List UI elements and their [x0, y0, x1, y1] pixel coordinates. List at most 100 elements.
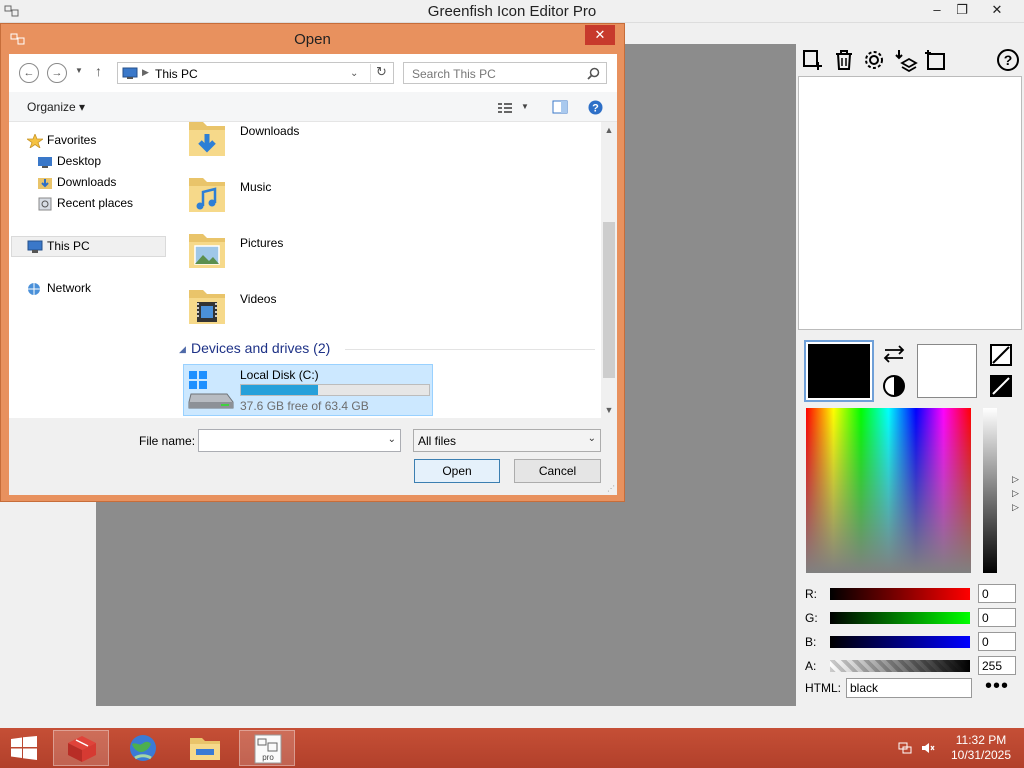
view-options-icon[interactable]	[497, 101, 513, 114]
devices-group-header[interactable]: Devices and drives (2)	[191, 340, 330, 356]
file-name-dropdown-icon[interactable]: ⌄	[388, 434, 396, 445]
blue-value-input[interactable]: 0	[978, 632, 1016, 651]
nav-desktop[interactable]: Desktop	[37, 151, 101, 171]
luminance-bar[interactable]	[983, 408, 997, 573]
breadcrumb-chevron-icon: ▶	[142, 67, 149, 77]
cancel-button[interactable]: Cancel	[514, 459, 601, 483]
gear-icon[interactable]	[862, 48, 886, 72]
group-collapse-icon[interactable]: ◢	[179, 344, 186, 355]
address-row: ← → ▼ ↑ ▶ This PC ⌄ ↻ Search This PC	[9, 54, 617, 92]
folder-pictures-label: Pictures	[240, 236, 284, 250]
nav-network[interactable]: Network	[27, 278, 91, 298]
dialog-body: ← → ▼ ↑ ▶ This PC ⌄ ↻ Search This PC Org…	[9, 54, 617, 495]
alpha-slider[interactable]	[830, 660, 970, 672]
scrollbar-thumb[interactable]	[603, 222, 615, 378]
taskbar-app-browser[interactable]	[115, 730, 171, 766]
scroll-down-arrow-icon[interactable]: ▼	[601, 405, 617, 415]
nav-this-pc-label: This PC	[47, 239, 90, 253]
taskbar-app-greenfish-red[interactable]	[53, 730, 109, 766]
luminance-markers: ▷ ▷ ▷	[1012, 474, 1019, 512]
close-app-button[interactable]: ✕	[978, 0, 1016, 22]
folder-music[interactable]: Music	[187, 170, 487, 220]
contrast-icon[interactable]	[882, 374, 906, 398]
alpha-slider-row: A: 255	[805, 656, 1020, 676]
preview-pane-icon[interactable]	[552, 100, 568, 114]
color-spectrum[interactable]	[806, 408, 971, 573]
html-color-input[interactable]: black	[846, 678, 972, 698]
file-type-dropdown-icon: ⌄	[587, 433, 596, 444]
open-dialog: Open ✕ ← → ▼ ↑ ▶ This PC ⌄ ↻ Search This…	[0, 23, 625, 502]
back-button[interactable]: ←	[19, 63, 39, 83]
new-layer-icon[interactable]	[801, 48, 825, 72]
file-list-scrollbar[interactable]: ▲ ▼	[601, 122, 617, 418]
svg-text:pro: pro	[262, 753, 274, 762]
refresh-icon[interactable]: ↻	[370, 64, 392, 82]
view-dropdown-icon[interactable]: ▼	[521, 102, 529, 111]
invert-color-icon[interactable]	[990, 375, 1012, 397]
swap-colors-icon[interactable]	[882, 344, 906, 364]
help-icon[interactable]: ?	[996, 48, 1020, 72]
nav-favorites[interactable]: Favorites	[25, 130, 97, 150]
resize-canvas-icon[interactable]	[924, 48, 948, 72]
transparent-color-icon[interactable]	[990, 344, 1012, 366]
app-titlebar: Greenfish Icon Editor Pro – ❐ ✕	[0, 0, 1024, 23]
dialog-close-button[interactable]: ✕	[585, 25, 615, 45]
nav-downloads[interactable]: Downloads	[37, 172, 116, 192]
search-icon[interactable]	[587, 67, 600, 80]
red-slider-row: R: 0	[805, 584, 1020, 604]
computer-icon	[122, 67, 138, 79]
nav-this-pc[interactable]: This PC	[27, 236, 90, 256]
nav-recent-places[interactable]: Recent places	[37, 193, 133, 213]
green-value-input[interactable]: 0	[978, 608, 1016, 627]
address-bar[interactable]: ▶ This PC ⌄ ↻	[117, 62, 394, 84]
primary-color-swatch[interactable]	[804, 340, 874, 402]
resize-grip-icon[interactable]: ⋰	[607, 484, 615, 493]
taskbar-app-file-explorer[interactable]	[177, 730, 233, 766]
secondary-color-swatch[interactable]	[917, 344, 977, 398]
restore-button[interactable]: ❐	[945, 0, 979, 22]
drive-usage-bar	[240, 384, 430, 396]
drive-local-disk[interactable]: Local Disk (C:) 37.6 GB free of 63.4 GB	[183, 364, 433, 416]
recent-locations-chevron-icon[interactable]: ▼	[75, 66, 83, 75]
folder-videos[interactable]: Videos	[187, 282, 487, 332]
search-box[interactable]: Search This PC	[403, 62, 607, 84]
alpha-value-input[interactable]: 255	[978, 656, 1016, 675]
scroll-up-arrow-icon[interactable]: ▲	[601, 125, 617, 135]
taskbar-clock[interactable]: 11:32 PM 10/31/2025	[946, 733, 1016, 763]
nav-favorites-label: Favorites	[47, 133, 97, 147]
trash-icon[interactable]	[832, 48, 856, 72]
windows-start-icon[interactable]	[10, 736, 38, 760]
dialog-titlebar: Open ✕	[1, 24, 624, 54]
up-arrow-icon[interactable]: ↑	[95, 63, 102, 79]
downloads-folder-icon	[189, 122, 225, 156]
blue-slider[interactable]	[830, 636, 970, 648]
folder-downloads[interactable]: Downloads	[187, 122, 487, 164]
volume-muted-icon[interactable]	[921, 741, 935, 755]
music-folder-icon	[189, 178, 225, 212]
forward-button[interactable]: →	[47, 63, 67, 83]
green-slider[interactable]	[830, 612, 970, 624]
nav-desktop-label: Desktop	[57, 154, 102, 168]
red-value-input[interactable]: 0	[978, 584, 1016, 603]
network-tray-icon[interactable]	[898, 741, 912, 755]
address-dropdown-icon[interactable]: ⌄	[350, 68, 358, 79]
green-slider-row: G: 0	[805, 608, 1020, 628]
more-options-button[interactable]: •••	[985, 676, 1009, 696]
drive-name: Local Disk (C:)	[240, 368, 319, 382]
help-dialog-icon[interactable]: ?	[588, 100, 603, 115]
taskbar-app-greenfish-pro[interactable]: pro	[239, 730, 295, 766]
file-name-input[interactable]: ⌄	[198, 429, 401, 452]
red-slider[interactable]	[830, 588, 970, 600]
svg-text:?: ?	[592, 103, 599, 115]
organize-button[interactable]: Organize ▾	[27, 100, 85, 114]
blue-label: B:	[805, 635, 817, 649]
file-type-select[interactable]: All files ⌄	[413, 429, 601, 452]
folder-pictures[interactable]: Pictures	[187, 226, 487, 276]
search-input[interactable]: Search This PC	[412, 67, 496, 81]
blue-slider-row: B: 0	[805, 632, 1020, 652]
color-panel: ▷ ▷ ▷ R: 0 G: 0 B: 0 A: 255 HTML: black ••…	[798, 332, 1024, 706]
drive-usage-fill	[241, 385, 318, 395]
open-button[interactable]: Open	[414, 459, 500, 483]
merge-layers-icon[interactable]	[894, 48, 918, 72]
nav-downloads-label: Downloads	[57, 175, 117, 189]
